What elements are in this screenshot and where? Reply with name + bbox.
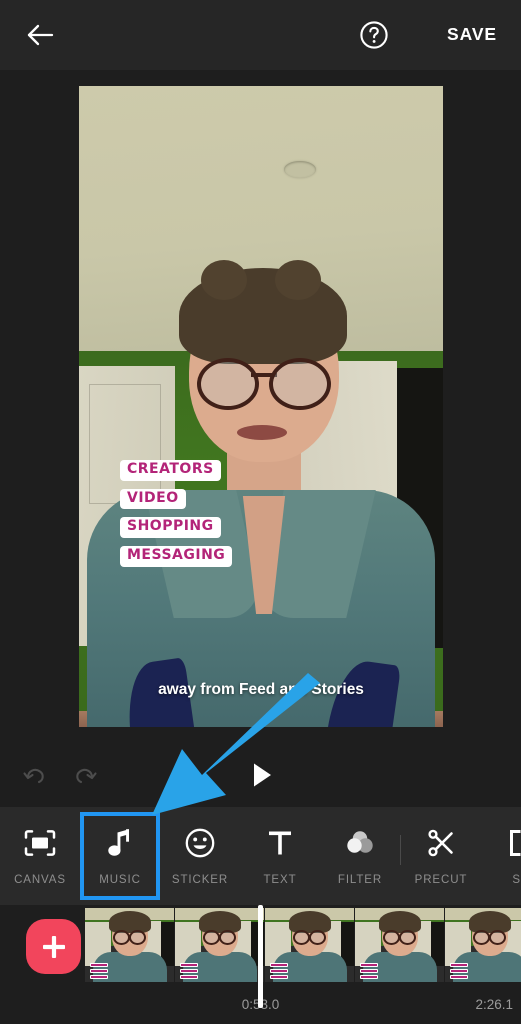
video-caption: away from Feed and Stories [158,681,364,698]
undo-arrow-icon [23,768,44,784]
video-preview[interactable]: CREATORS VIDEO SHOPPING MESSAGING away f… [79,86,443,727]
timeline-frame[interactable] [175,908,264,982]
speed-bracket-icon [501,823,521,863]
tool-label: PRECUT [414,874,468,886]
arrow-left-icon [27,24,54,46]
timeline-playhead[interactable] [258,905,263,1008]
tool-filter[interactable]: FILTER [320,807,400,905]
keyword-chip: VIDEO [120,488,186,510]
add-clip-button[interactable] [26,919,81,974]
tool-text[interactable]: TEXT [240,807,320,905]
video-editor-screen: SAVE CREATORS VIDEO SHOPPING MESSAGING a… [0,0,521,1024]
timeline-frame[interactable] [265,908,354,982]
subject-mouth [237,425,287,440]
total-time-label: 2:26.1 [475,997,513,1012]
redo-button[interactable] [64,755,106,795]
tool-canvas[interactable]: CANVAS [0,807,80,905]
tool-label: TEXT [263,874,297,886]
undo-button[interactable] [14,755,56,795]
tool-label: STICKER [171,874,229,886]
redo-arrow-icon [76,768,97,784]
filter-circles-icon [340,823,380,863]
tool-label: FILTER [337,874,383,886]
timeline-filmstrip[interactable] [85,908,521,982]
timeline-frame[interactable] [85,908,174,982]
scissors-icon [421,823,461,863]
timeline-frame[interactable] [355,908,444,982]
save-button[interactable]: SAVE [445,20,499,49]
keyword-overlay-list: CREATORS VIDEO SHOPPING MESSAGING [120,460,233,567]
smiley-face-icon [180,823,220,863]
timeline: 0:53.0 2:26.1 [0,905,521,1024]
subject-hair [179,260,347,364]
tool-label: MUSIC [99,874,141,886]
help-button[interactable] [352,13,396,57]
music-note-icon [100,823,140,863]
play-button[interactable] [243,756,281,794]
top-bar: SAVE [0,0,521,70]
tool-label: CANVAS [14,874,66,886]
text-t-icon [260,823,300,863]
play-triangle-icon [254,763,271,787]
keyword-chip: CREATORS [120,460,221,481]
tool-speed[interactable]: SP [481,807,521,905]
keyword-chip: SHOPPING [120,517,221,539]
help-circle-icon [360,21,388,49]
ceiling-light [284,161,316,178]
back-button[interactable] [20,14,62,56]
editor-toolbar: CANVAS MUSIC STICKER TEXT FILTER PRECUT … [0,807,521,905]
transport-controls [0,745,521,805]
tool-label: SP [512,874,521,886]
tool-sticker[interactable]: STICKER [160,807,240,905]
timeline-frame[interactable] [445,908,521,982]
tool-precut[interactable]: PRECUT [401,807,481,905]
keyword-chip: MESSAGING [120,546,233,567]
plus-icon [42,935,65,958]
subject-glasses [197,358,331,410]
tool-music[interactable]: MUSIC [80,807,160,905]
canvas-crop-icon [20,823,60,863]
